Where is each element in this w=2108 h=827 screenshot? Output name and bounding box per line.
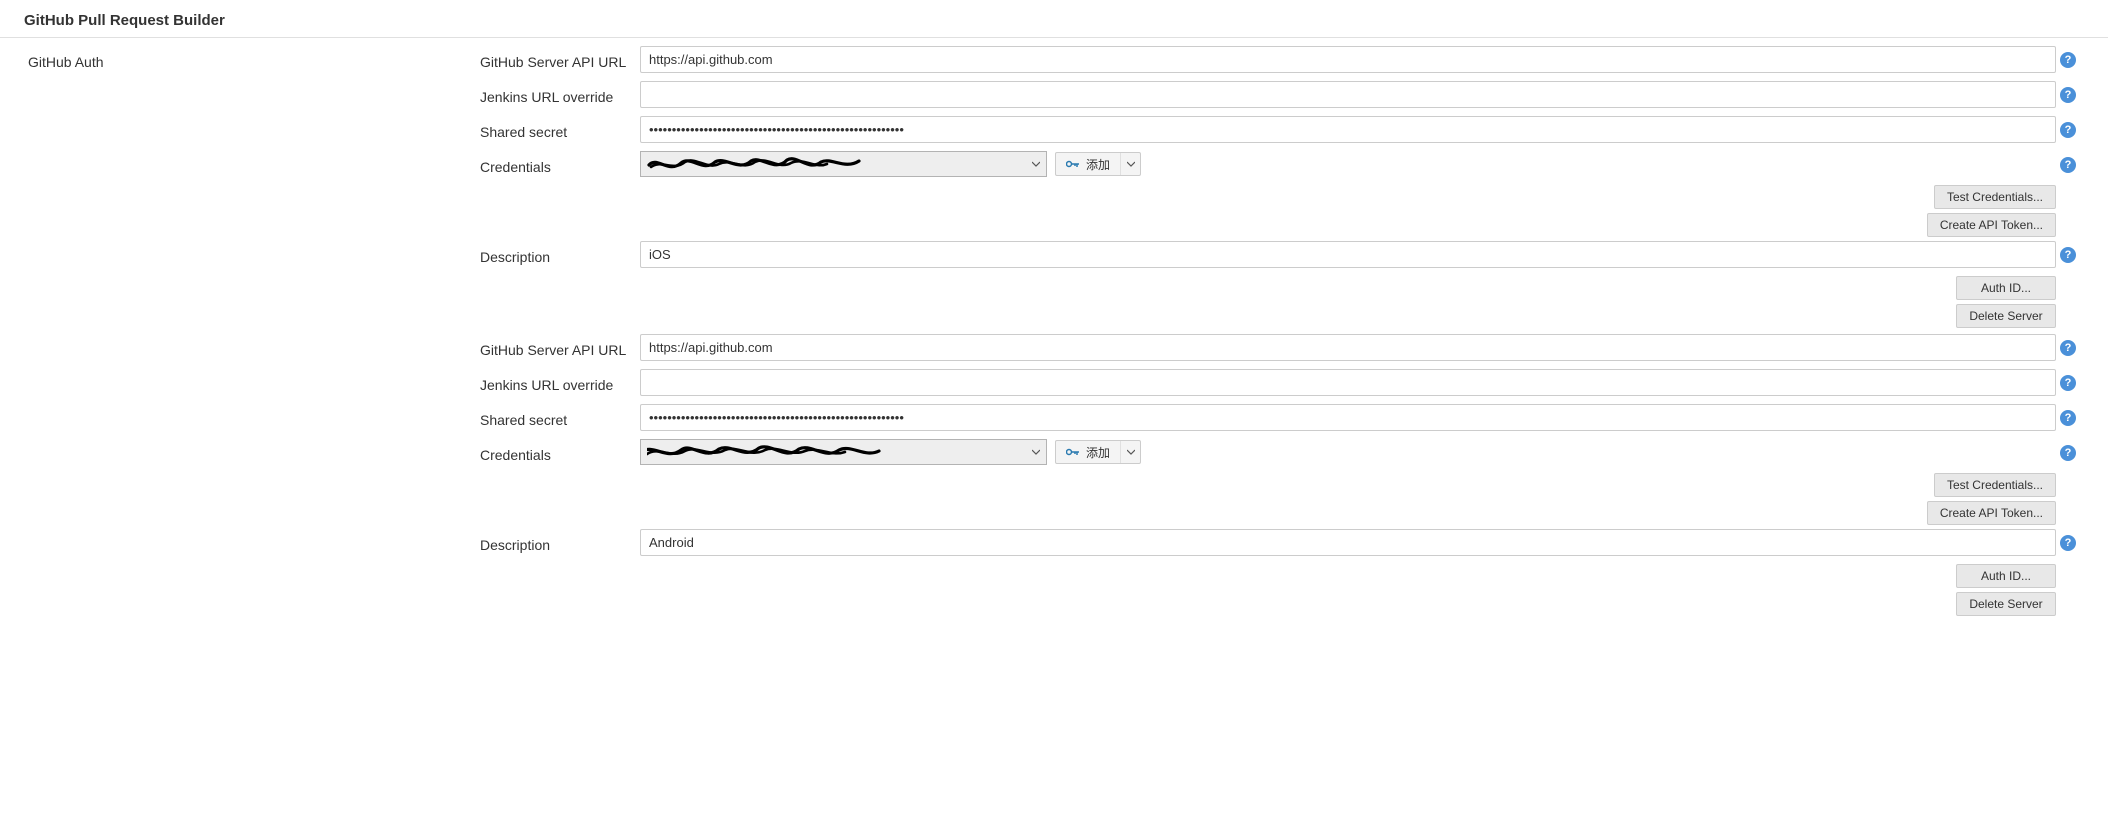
auth-id-button[interactable]: Auth ID... [1956, 276, 2056, 300]
create-api-token-button[interactable]: Create API Token... [1927, 501, 2056, 525]
label-api-url: GitHub Server API URL [480, 334, 640, 358]
test-credentials-button[interactable]: Test Credentials... [1934, 185, 2056, 209]
help-icon[interactable]: ? [2060, 340, 2076, 356]
chevron-down-icon [1032, 160, 1040, 168]
api-url-input[interactable] [640, 334, 2056, 361]
jenkins-override-input[interactable] [640, 81, 2056, 108]
jenkins-override-input[interactable] [640, 369, 2056, 396]
delete-server-button[interactable]: Delete Server [1956, 304, 2056, 328]
label-jenkins-override: Jenkins URL override [480, 369, 640, 393]
server-block: GitHub Server API URL ? Jenkins URL over… [480, 334, 2080, 616]
add-credentials-dropdown[interactable] [1120, 153, 1140, 175]
redacted-credential-icon [647, 153, 1032, 175]
api-url-input[interactable] [640, 46, 2056, 73]
label-api-url: GitHub Server API URL [480, 46, 640, 70]
help-icon[interactable]: ? [2060, 247, 2076, 263]
description-input[interactable] [640, 241, 2056, 268]
add-credentials-button[interactable]: 添加 [1055, 152, 1141, 176]
key-icon [1066, 159, 1080, 169]
help-icon[interactable]: ? [2060, 410, 2076, 426]
key-icon [1066, 447, 1080, 457]
test-credentials-button[interactable]: Test Credentials... [1934, 473, 2056, 497]
help-icon[interactable]: ? [2060, 375, 2076, 391]
help-icon[interactable]: ? [2060, 87, 2076, 103]
section-label-github-auth: GitHub Auth [0, 46, 480, 70]
label-description: Description [480, 529, 640, 553]
credentials-select[interactable] [640, 151, 1047, 177]
add-button-label: 添加 [1086, 444, 1110, 461]
add-credentials-dropdown[interactable] [1120, 441, 1140, 463]
help-icon[interactable]: ? [2060, 445, 2076, 461]
label-jenkins-override: Jenkins URL override [480, 81, 640, 105]
label-credentials: Credentials [480, 439, 640, 463]
label-credentials: Credentials [480, 151, 640, 175]
help-icon[interactable]: ? [2060, 535, 2076, 551]
label-description: Description [480, 241, 640, 265]
label-shared-secret: Shared secret [480, 116, 640, 140]
create-api-token-button[interactable]: Create API Token... [1927, 213, 2056, 237]
auth-id-button[interactable]: Auth ID... [1956, 564, 2056, 588]
label-shared-secret: Shared secret [480, 404, 640, 428]
shared-secret-input[interactable] [640, 116, 2056, 143]
description-input[interactable] [640, 529, 2056, 556]
shared-secret-input[interactable] [640, 404, 2056, 431]
help-icon[interactable]: ? [2060, 52, 2076, 68]
add-button-label: 添加 [1086, 156, 1110, 173]
server-block: GitHub Server API URL ? Jenkins URL over… [480, 46, 2080, 328]
section-title: GitHub Pull Request Builder [0, 0, 2108, 38]
delete-server-button[interactable]: Delete Server [1956, 592, 2056, 616]
credentials-select[interactable] [640, 439, 1047, 465]
help-icon[interactable]: ? [2060, 157, 2076, 173]
redacted-credential-icon [647, 441, 1032, 463]
help-icon[interactable]: ? [2060, 122, 2076, 138]
add-credentials-button[interactable]: 添加 [1055, 440, 1141, 464]
chevron-down-icon [1032, 448, 1040, 456]
